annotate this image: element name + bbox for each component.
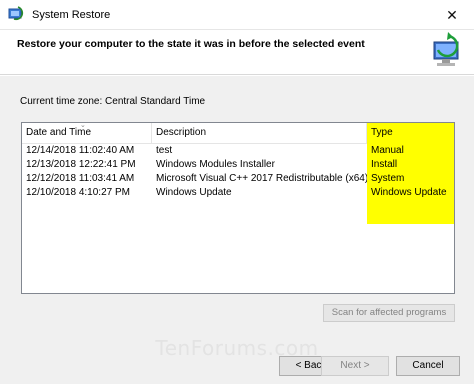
table-row[interactable]: 12/10/2018 4:10:27 PM Windows Update Win… (22, 186, 454, 200)
row-description: Windows Update (156, 187, 232, 198)
column-header-type-label: Type (371, 127, 393, 138)
scan-affected-programs-button[interactable]: Scan for affected programs (323, 304, 455, 322)
row-type: Install (371, 159, 398, 170)
wizard-header: Restore your computer to the state it wa… (0, 30, 474, 75)
timezone-label: Current time zone: Central Standard Time (20, 96, 206, 107)
table-row[interactable]: 12/12/2018 11:03:41 AM Microsoft Visual … (22, 172, 454, 186)
table-row[interactable]: 12/13/2018 12:22:41 PM Windows Modules I… (22, 158, 454, 172)
row-date: 12/10/2018 4:10:27 PM (26, 187, 130, 198)
table-row[interactable]: 12/14/2018 11:02:40 AM test Manual (22, 144, 454, 158)
title-bar: System Restore ✕ (0, 0, 474, 30)
row-description: Windows Modules Installer (156, 159, 275, 170)
row-date: 12/12/2018 11:03:41 AM (26, 173, 135, 184)
close-button[interactable]: ✕ (430, 0, 474, 30)
next-button[interactable]: Next > (321, 356, 389, 376)
list-header: ⌄ Date and Time Description Type (22, 122, 454, 144)
cancel-button[interactable]: Cancel (396, 356, 460, 376)
computer-restore-icon (426, 32, 466, 72)
column-header-date[interactable]: Date and Time (22, 123, 152, 144)
system-restore-icon (8, 6, 24, 22)
column-header-type[interactable]: Type (367, 123, 454, 144)
row-description: Microsoft Visual C++ 2017 Redistributabl… (156, 173, 367, 184)
column-header-description[interactable]: Description (152, 123, 367, 144)
row-type: Manual (371, 145, 404, 156)
row-type: System (371, 173, 405, 184)
row-description: test (156, 145, 173, 156)
row-date: 12/14/2018 11:02:40 AM (26, 145, 135, 156)
window-title: System Restore (32, 9, 111, 21)
row-date: 12/13/2018 12:22:41 PM (26, 159, 136, 170)
row-type: Windows Update (371, 187, 447, 198)
restore-points-list[interactable]: ⌄ Date and Time Description Type 12/14/2… (21, 122, 455, 294)
page-heading: Restore your computer to the state it wa… (17, 38, 365, 50)
